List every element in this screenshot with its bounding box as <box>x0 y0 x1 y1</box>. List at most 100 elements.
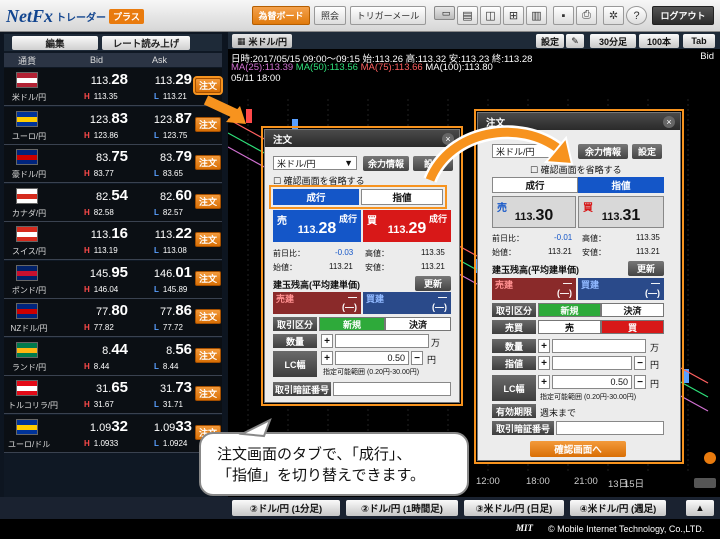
lc-input[interactable]: 0.50 <box>552 375 632 389</box>
buy-button[interactable]: 買 成行 113.29 <box>363 210 451 242</box>
margin-info-button[interactable]: 余力情報 <box>578 144 628 159</box>
logout-button[interactable]: ログアウト <box>652 6 714 25</box>
rate-row[interactable]: ユーロ/円 123.83 123.87 H 123.86 L 123.75 注文 <box>4 106 222 145</box>
pin-input[interactable] <box>333 382 451 396</box>
tab-market[interactable]: 成行 <box>492 177 578 193</box>
window-tab-1[interactable]: ②ドル/円 (1分足) <box>232 500 340 516</box>
sell-button[interactable]: 売 成行 113.28 <box>273 210 361 242</box>
opt-new[interactable]: 新規 <box>319 317 385 331</box>
bid-price: 77.80 <box>52 302 128 319</box>
lc-plus-button[interactable]: + <box>321 351 333 365</box>
dialog-settings-button[interactable]: 設定 <box>632 144 662 159</box>
close-icon[interactable]: × <box>442 133 454 145</box>
rate-row[interactable]: ユーロ/ドル1.09321.0933H1.0933L1.0924注文 <box>4 414 222 453</box>
qty-plus-button[interactable]: + <box>538 339 550 353</box>
edit-button[interactable]: 編集 <box>12 36 98 50</box>
expiry-value[interactable]: 週末まで <box>540 406 576 419</box>
rate-reading-button[interactable]: レート読み上げ <box>102 36 190 50</box>
limit-minus-button[interactable]: − <box>634 356 646 370</box>
window-tabs-more-icon[interactable]: ▲ <box>686 500 714 516</box>
ma100-label: MA(100):113.80 <box>425 62 493 73</box>
print-icon[interactable]: ⎙ <box>576 6 597 25</box>
limit-plus-button[interactable]: + <box>538 356 550 370</box>
qty-unit: 万 <box>431 338 441 348</box>
close-icon[interactable]: × <box>663 116 675 128</box>
bars-count-button[interactable]: 100本 <box>639 34 679 48</box>
pair-select[interactable]: 米ドル/円 ▼ <box>492 144 564 158</box>
qty-input[interactable] <box>552 339 646 353</box>
pair-select[interactable]: 米ドル/円 ▼ <box>273 156 357 170</box>
rate-row[interactable]: ポンド/円 145.95 146.01 H 146.04 L 145.89 注文 <box>4 260 222 299</box>
opt-buy[interactable]: 買 <box>601 320 664 334</box>
limit-price-input[interactable] <box>552 356 632 370</box>
trigger-mail-button[interactable]: トリガーメール <box>350 6 426 25</box>
confirm-screen-button[interactable]: 確認画面へ <box>530 441 626 457</box>
timeframe-button[interactable]: 30分足 <box>590 34 636 48</box>
inquiry-button[interactable]: 照会 <box>314 6 346 25</box>
opt-new[interactable]: 新規 <box>538 303 601 317</box>
order-button[interactable]: 注文 <box>195 155 221 170</box>
chart-cursor-time: 05/11 18:00 <box>231 73 281 84</box>
layout-5-icon[interactable]: ▥ <box>526 6 547 25</box>
layout-2-icon[interactable]: ▤ <box>457 6 478 25</box>
order-button[interactable]: 注文 <box>195 116 221 132</box>
lc-minus-button[interactable]: − <box>411 351 423 365</box>
layout-4-icon[interactable]: ⊞ <box>503 6 524 25</box>
order-button[interactable]: 注文 <box>193 76 223 95</box>
order-button[interactable]: 注文 <box>195 270 221 286</box>
rate-toolbar: 編集 レート読み上げ <box>4 34 222 51</box>
tab-market[interactable]: 成行 <box>273 189 359 205</box>
help-icon[interactable]: ? <box>626 6 647 25</box>
order-button[interactable]: 注文 <box>195 232 221 247</box>
chart-settings-button[interactable]: 設定 <box>536 34 564 48</box>
chart-scroll-handle[interactable] <box>694 478 716 488</box>
sell-button[interactable]: 売 113.30 <box>492 196 576 228</box>
logo-sub: トレーダー <box>56 12 106 24</box>
opt-settle[interactable]: 決済 <box>385 317 451 331</box>
currency-flag-icon <box>16 303 38 319</box>
update-button[interactable]: 更新 <box>415 276 451 291</box>
lc-minus-button[interactable]: − <box>634 375 646 389</box>
save-icon[interactable]: ▪ <box>553 6 574 25</box>
chart-pair-tab[interactable]: ▦ 米ドル/円 <box>232 34 293 48</box>
pin-input[interactable] <box>556 421 664 435</box>
order-button[interactable]: 注文 <box>195 386 221 401</box>
layout-1-icon[interactable]: ▭ <box>434 6 455 20</box>
rate-row[interactable]: カナダ/円 82.54 82.60 H 82.58 L 82.57 注文 <box>4 183 222 222</box>
rate-row[interactable]: 豪ドル/円 83.75 83.79 H 83.77 L 83.65 注文 <box>4 145 222 183</box>
opt-settle[interactable]: 決済 <box>601 303 664 317</box>
update-button[interactable]: 更新 <box>628 261 664 276</box>
order-button[interactable]: 注文 <box>195 193 221 209</box>
rate-row[interactable]: NZドル/円 77.80 77.86 H 77.82 L 77.72 注文 <box>4 299 222 337</box>
rate-row[interactable]: ランド/円 8.44 8.56 H 8.44 L 8.44 注文 <box>4 337 222 376</box>
tab-limit[interactable]: 指値 <box>361 189 443 205</box>
board-button[interactable]: 為替ボード <box>252 6 310 25</box>
rate-row[interactable]: トルコリラ/円 31.65 31.73 H 31.67 L 31.71 注文 <box>4 376 222 414</box>
ask-int: 1.09 <box>153 421 176 434</box>
dialog-settings-button[interactable]: 設定 <box>413 156 453 171</box>
window-tab-4[interactable]: ④米ドル/円 (週足) <box>570 500 666 516</box>
qty-input[interactable] <box>335 334 429 348</box>
rate-row[interactable]: スイス/円 113.16 113.22 H 113.19 L 113.08 注文 <box>4 222 222 260</box>
buy-button[interactable]: 買 113.31 <box>578 196 664 228</box>
tab-button[interactable]: Tab <box>683 34 715 48</box>
lc-input[interactable]: 0.50 <box>335 351 409 365</box>
window-tab-3[interactable]: ③米ドル/円 (日足) <box>464 500 564 516</box>
qty-plus-button[interactable]: + <box>321 334 333 348</box>
order-button[interactable]: 注文 <box>195 347 221 363</box>
layout-3-icon[interactable]: ◫ <box>480 6 501 25</box>
pen-icon[interactable]: ✎ <box>566 34 584 48</box>
tab-limit[interactable]: 指値 <box>578 177 664 193</box>
opt-sell[interactable]: 売 <box>538 320 601 334</box>
gear-icon[interactable]: ✲ <box>603 6 624 25</box>
skip-confirm-checkbox[interactable]: ☐ 確認画面を省略する <box>530 163 622 176</box>
low-value: L 113.08 <box>154 246 187 255</box>
alert-dot-icon[interactable] <box>704 452 716 464</box>
order-button[interactable]: 注文 <box>195 309 221 324</box>
bid-int: 31. <box>96 383 112 395</box>
lc-plus-button[interactable]: + <box>538 375 550 389</box>
window-tab-2[interactable]: ②ドル/円 (1時間足) <box>346 500 458 516</box>
rate-row[interactable]: 米ドル/円 113.28 113.29 H 113.35 L 113.21 注文 <box>4 68 223 106</box>
margin-info-button[interactable]: 余力情報 <box>363 156 409 171</box>
callout-line-1: 注文画面のタブで、「成行」、 <box>217 446 412 463</box>
